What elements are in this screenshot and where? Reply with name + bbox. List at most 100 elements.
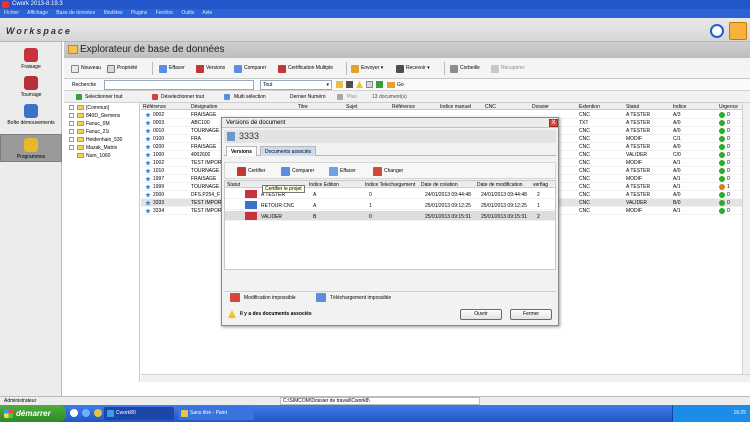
- tree-item-fanuc-0m[interactable]: Fanuc_0M: [69, 121, 110, 128]
- go-button[interactable]: Go: [387, 80, 404, 90]
- urgency-status-icon: [719, 112, 725, 118]
- cell-status: RETOUR CNC: [261, 203, 295, 209]
- menu-outils[interactable]: Outils: [181, 10, 194, 16]
- versions-table: Statut Indice Edition Indice Telechargem…: [224, 180, 556, 270]
- menu-plugins[interactable]: Plugins: [131, 10, 147, 16]
- expand-icon[interactable]: [69, 145, 74, 151]
- column-header[interactable]: verflag: [533, 182, 548, 188]
- delete-button[interactable]: Effacer: [158, 61, 187, 76]
- column-header[interactable]: Désignation: [191, 104, 217, 110]
- tree-item-heidenhain[interactable]: Heidenhain_530: [69, 137, 122, 144]
- multi-certification-button[interactable]: Certification Multiple: [277, 61, 335, 76]
- column-header[interactable]: Indice Telechargement: [365, 182, 415, 188]
- expand-icon[interactable]: [69, 105, 74, 111]
- column-header[interactable]: Urgence: [719, 104, 738, 110]
- cell-designation: TEST IMPOR: [191, 208, 222, 214]
- cell-edition: A: [313, 203, 317, 209]
- menu-fenetre[interactable]: Fenêtre: [156, 10, 173, 16]
- properties-button[interactable]: Propriété: [106, 61, 139, 76]
- column-header[interactable]: Date de modification: [477, 182, 523, 188]
- search-input[interactable]: [104, 80, 254, 90]
- column-header[interactable]: Statut: [227, 182, 240, 188]
- tree-item-num[interactable]: Num_1060: [69, 153, 110, 160]
- dialog-compare-button[interactable]: Comparer: [279, 165, 317, 178]
- horizontal-scrollbar[interactable]: [141, 374, 750, 382]
- menu-affichage[interactable]: Affichage: [27, 10, 48, 16]
- urgency-status-icon: [719, 136, 725, 142]
- sidebar-item-programmes[interactable]: Programmes: [0, 134, 62, 162]
- quicklaunch-icon[interactable]: [70, 409, 78, 417]
- version-row[interactable]: VALIDER B 0 25/01/2013 09:15:31 25/01/2013 0…: [225, 211, 555, 221]
- column-header[interactable]: Extention: [579, 104, 600, 110]
- tab-versions[interactable]: Versions: [226, 146, 257, 156]
- deselect-all-button[interactable]: Déselectionner tout: [161, 94, 204, 100]
- close-button[interactable]: Fermer: [510, 309, 552, 320]
- delete-icon: [329, 167, 338, 176]
- menu-base-de-donnees[interactable]: Base de données: [56, 10, 95, 16]
- check-icon[interactable]: [376, 81, 383, 88]
- lock-icon[interactable]: [336, 81, 343, 88]
- column-header[interactable]: Référence: [143, 104, 166, 110]
- certify-button[interactable]: Certifier: [235, 165, 269, 178]
- versions-button[interactable]: Versions: [195, 61, 227, 76]
- sidebar-item-boite-mouvements[interactable]: Boîte démouvements: [0, 104, 62, 126]
- multi-select-button[interactable]: Multi sélection: [234, 94, 266, 100]
- compare-button[interactable]: Comparer: [233, 61, 268, 76]
- expand-icon[interactable]: [69, 137, 74, 143]
- help-icon[interactable]: [710, 24, 724, 38]
- cell-created: 25/01/2013 09:15:31: [425, 214, 471, 220]
- tree-item-mazak[interactable]: Mazak_Matrix: [69, 145, 117, 152]
- column-header[interactable]: Date de création: [421, 182, 458, 188]
- send-button[interactable]: Envoyer ▾: [350, 61, 385, 76]
- start-button[interactable]: démarrer: [0, 405, 66, 422]
- tree-item-840d[interactable]: 840D_Siemens: [69, 113, 120, 120]
- browser-icon[interactable]: [82, 409, 90, 417]
- column-header[interactable]: CNC: [485, 104, 496, 110]
- tree-item-commun[interactable]: [Commun]: [69, 105, 109, 112]
- plus-button[interactable]: Plus: [347, 94, 357, 100]
- menu-aide[interactable]: Aide: [202, 10, 212, 16]
- folder-tree: [Commun] 840D_Siemens Fanuc_0M Fanuc_21i…: [64, 103, 140, 382]
- working-path: C:\SIMCOM\Dossier de travail\Cwork8\: [280, 397, 480, 405]
- explorer-icon[interactable]: [94, 409, 102, 417]
- document-star-icon: [145, 208, 151, 214]
- menu-fichier[interactable]: Fichier: [4, 10, 19, 16]
- receive-button[interactable]: Recevoir ▾: [395, 61, 432, 76]
- column-header[interactable]: Indice manuel: [440, 104, 471, 110]
- task-paint[interactable]: Sans titre - Paint: [178, 407, 254, 420]
- checkbox-icon[interactable]: [366, 81, 373, 88]
- column-header[interactable]: Indice: [673, 104, 686, 110]
- expand-icon[interactable]: [69, 113, 74, 119]
- column-header[interactable]: Titre: [298, 104, 308, 110]
- select-all-button[interactable]: Selectionner tout: [85, 94, 123, 100]
- task-cwork[interactable]: Cwork80: [104, 407, 174, 420]
- version-row[interactable]: RETOUR CNC A 1 25/01/2013 09:12:25 25/01/201…: [225, 200, 555, 210]
- expand-icon[interactable]: [69, 129, 74, 135]
- sidebar-item-fraisage[interactable]: Fraisage: [0, 48, 62, 70]
- tab-associated-documents[interactable]: Documents associés: [260, 146, 317, 156]
- edit-icon[interactable]: [729, 22, 747, 40]
- open-button[interactable]: Ouvrir: [460, 309, 502, 320]
- expand-icon[interactable]: [69, 121, 74, 127]
- change-button[interactable]: Changer: [371, 165, 406, 178]
- cell-status: A TESTER: [626, 168, 651, 174]
- trash-button[interactable]: Corbeille: [449, 61, 482, 76]
- dialog-delete-button[interactable]: Effacer: [327, 165, 359, 178]
- menu-modeles[interactable]: Modèles: [104, 10, 123, 16]
- warning-icon[interactable]: [356, 81, 363, 88]
- cell-extension: CNC: [579, 128, 590, 134]
- tree-item-fanuc-21i[interactable]: Fanuc_21i: [69, 129, 109, 136]
- column-header[interactable]: Statut: [626, 104, 639, 110]
- column-header[interactable]: Indice Edition: [309, 182, 339, 188]
- new-button[interactable]: Nouveau: [70, 61, 103, 76]
- sidebar-item-tournage[interactable]: Tournage: [0, 76, 62, 98]
- user-icon[interactable]: [346, 81, 353, 88]
- vertical-scrollbar[interactable]: [742, 103, 750, 382]
- recover-button[interactable]: Récupérer: [490, 61, 526, 76]
- column-header[interactable]: Sujet: [346, 104, 357, 110]
- last-number-button[interactable]: Dernier Numéro: [290, 94, 326, 100]
- column-header[interactable]: Référence: [392, 104, 415, 110]
- close-icon[interactable]: X: [549, 119, 558, 127]
- column-header[interactable]: Dossier: [532, 104, 549, 110]
- filter-select[interactable]: Tout ▾: [260, 80, 332, 90]
